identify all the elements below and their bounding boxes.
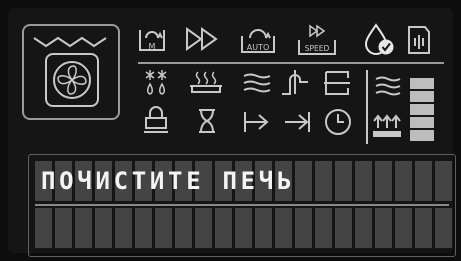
- level-bar: [410, 78, 434, 89]
- door-lock-frame-icon: [322, 70, 352, 96]
- speed-icon: SPEED: [296, 24, 338, 56]
- grill-lines-icon: [242, 72, 272, 94]
- defrost-icon: [144, 68, 168, 96]
- level-bar: [410, 130, 434, 141]
- convection-fan-icon: [30, 32, 114, 114]
- program-m-icon: M: [136, 26, 168, 54]
- section-divider: [366, 70, 368, 144]
- auto-program-icon: AUTO: [238, 26, 278, 56]
- hourglass-icon: [196, 108, 218, 134]
- level-bar: [410, 104, 434, 115]
- child-lock-icon: [144, 106, 168, 134]
- start-delay-icon: [242, 110, 272, 134]
- water-drop-check-icon: [364, 22, 396, 56]
- auto-label: AUTO: [247, 43, 270, 52]
- probe-icon: [280, 66, 310, 98]
- level-bar: [410, 91, 434, 102]
- clock-icon: [324, 108, 352, 136]
- steam-tray-icon: [188, 70, 224, 96]
- oven-fan-indicator: [22, 24, 120, 120]
- matrix-divider: [35, 204, 449, 206]
- water-tank-icon: [406, 24, 432, 56]
- text-matrix-display: ПОЧИСТИТЕ ПЕЧЬ: [28, 154, 456, 257]
- end-time-icon: [282, 110, 312, 134]
- fast-forward-icon: [184, 26, 220, 52]
- matrix-row-2: [35, 208, 453, 248]
- icon-row-divider: [138, 62, 444, 64]
- humidity-waves-icon: [374, 74, 402, 98]
- oven-display-panel: M AUTO SPEED ПОЧИСТИТЕ ПЕЧЬ: [8, 8, 456, 257]
- bottom-heat-arrows-icon: [372, 112, 402, 138]
- speed-label: SPEED: [305, 44, 330, 53]
- level-indicator: [410, 78, 434, 142]
- level-bar: [410, 117, 434, 128]
- program-m-label: M: [149, 42, 156, 51]
- display-message: ПОЧИСТИТЕ ПЕЧЬ: [41, 167, 296, 195]
